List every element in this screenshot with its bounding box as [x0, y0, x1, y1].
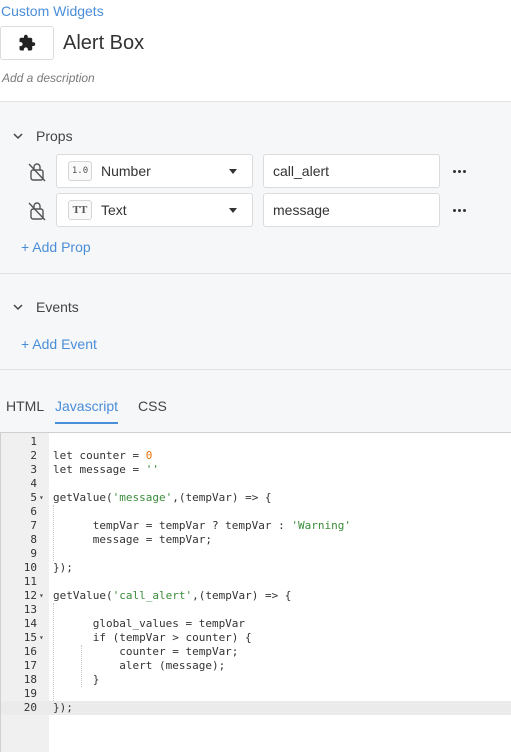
- code-line[interactable]: 10});: [1, 561, 511, 575]
- fold-toggle-icon[interactable]: ▾: [39, 589, 48, 603]
- prop-name-input[interactable]: [263, 193, 440, 227]
- code-text: message = tempVar;: [53, 533, 212, 546]
- code-line[interactable]: 11: [1, 575, 511, 589]
- unlock-icon[interactable]: [28, 201, 46, 221]
- caret-down-icon: [229, 207, 237, 213]
- code-line[interactable]: 12 ▾ getValue('call_alert',(tempVar) => {: [1, 589, 511, 603]
- prop-type-label: Text: [101, 202, 127, 218]
- line-number: 6: [30, 505, 37, 518]
- props-label: Props: [36, 128, 73, 144]
- line-number: 11: [23, 575, 37, 588]
- line-number: 3: [30, 463, 37, 476]
- code-text: global_values = tempVar: [53, 617, 246, 630]
- prop-type-select[interactable]: 1.0 Number: [56, 154, 253, 188]
- code-text: tempVar = tempVar ? tempVar : 'Warning': [53, 519, 352, 532]
- code-line[interactable]: 2 let counter = 0: [1, 449, 511, 463]
- tab-html[interactable]: HTML: [6, 398, 44, 422]
- fold-toggle-icon[interactable]: ▾: [39, 631, 48, 645]
- tab-css[interactable]: CSS: [138, 398, 167, 422]
- code-line[interactable]: 20});: [1, 701, 511, 715]
- unlock-icon[interactable]: [28, 162, 46, 182]
- widget-icon-box[interactable]: [0, 26, 54, 60]
- line-number: 16: [23, 645, 37, 658]
- code-line[interactable]: 18 }: [1, 673, 511, 687]
- code-line[interactable]: 8 message = tempVar;: [1, 533, 511, 547]
- more-options-icon[interactable]: [451, 164, 467, 178]
- code-line[interactable]: 14 global_values = tempVar: [1, 617, 511, 631]
- add-event-link[interactable]: + Add Event: [21, 336, 97, 352]
- code-line[interactable]: 13: [1, 603, 511, 617]
- code-text: let counter = 0: [53, 449, 153, 462]
- line-number: 18: [23, 673, 37, 686]
- line-number: 5: [30, 491, 37, 504]
- line-number: 8: [30, 533, 37, 546]
- code-text: getValue('message',(tempVar) => {: [53, 491, 272, 504]
- line-number: 7: [30, 519, 37, 532]
- number-type-icon: 1.0: [68, 161, 92, 181]
- line-number: 15: [23, 631, 37, 644]
- puzzle-icon: [19, 34, 36, 51]
- code-line[interactable]: 9: [1, 547, 511, 561]
- line-number: 9: [30, 547, 37, 560]
- prop-type-label: Number: [101, 163, 151, 179]
- code-tabs: HTML Javascript CSS: [0, 398, 511, 424]
- line-number: 1: [30, 435, 37, 448]
- indent-guide: [53, 505, 54, 561]
- prop-name-input[interactable]: [263, 154, 440, 188]
- events-label: Events: [36, 299, 79, 315]
- line-number: 13: [23, 603, 37, 616]
- code-text: });: [53, 701, 73, 714]
- indent-guide: [53, 603, 54, 701]
- code-text: getValue('call_alert',(tempVar) => {: [53, 589, 292, 602]
- code-line[interactable]: 16 counter = tempVar;: [1, 645, 511, 659]
- line-number: 20: [23, 701, 37, 714]
- events-section-header[interactable]: Events: [12, 299, 79, 315]
- chevron-down-icon: [12, 130, 24, 142]
- widget-title[interactable]: Alert Box: [63, 32, 144, 55]
- indent-guide: [81, 645, 82, 687]
- divider: [0, 273, 511, 274]
- prop-row: 1.0 Number: [0, 154, 511, 188]
- props-panel: Props 1.0 Number TT Text + Add Prop: [0, 101, 511, 752]
- chevron-down-icon: [12, 301, 24, 313]
- code-line[interactable]: 15 ▾ if (tempVar > counter) {: [1, 631, 511, 645]
- add-prop-link[interactable]: + Add Prop: [21, 239, 91, 255]
- prop-row: TT Text: [0, 193, 511, 227]
- code-line[interactable]: 6: [1, 505, 511, 519]
- line-number: 14: [23, 617, 37, 630]
- line-number: 2: [30, 449, 37, 462]
- caret-down-icon: [229, 168, 237, 174]
- line-number: 10: [23, 561, 37, 574]
- text-type-icon: TT: [68, 200, 92, 220]
- code-line[interactable]: 7 tempVar = tempVar ? tempVar : 'Warning…: [1, 519, 511, 533]
- code-line[interactable]: 19: [1, 687, 511, 701]
- line-number: 12: [23, 589, 37, 602]
- description-field[interactable]: Add a description: [2, 71, 95, 85]
- tab-javascript[interactable]: Javascript: [55, 398, 119, 424]
- code-line[interactable]: 3 let message = '': [1, 463, 511, 477]
- breadcrumb[interactable]: Custom Widgets: [1, 3, 104, 19]
- line-number: 17: [23, 659, 37, 672]
- line-number: 4: [30, 477, 37, 490]
- divider: [0, 369, 511, 370]
- code-line[interactable]: 5 ▾ getValue('message',(tempVar) => {: [1, 491, 511, 505]
- code-text: if (tempVar > counter) {: [53, 631, 252, 644]
- code-text: });: [53, 561, 73, 574]
- line-number: 19: [23, 687, 37, 700]
- code-line[interactable]: 17 alert (message);: [1, 659, 511, 673]
- code-line[interactable]: 1: [1, 435, 511, 449]
- code-text: alert (message);: [53, 659, 226, 672]
- code-line[interactable]: 4: [1, 477, 511, 491]
- more-options-icon[interactable]: [451, 203, 467, 217]
- props-section-header[interactable]: Props: [12, 128, 73, 144]
- code-text: }: [53, 673, 100, 686]
- prop-type-select[interactable]: TT Text: [56, 193, 253, 227]
- code-text: let message = '': [53, 463, 159, 476]
- code-editor[interactable]: 1 2 let counter = 0 3 let message = '' 4 5 ▾ get…: [0, 432, 511, 752]
- fold-toggle-icon[interactable]: ▾: [39, 491, 48, 505]
